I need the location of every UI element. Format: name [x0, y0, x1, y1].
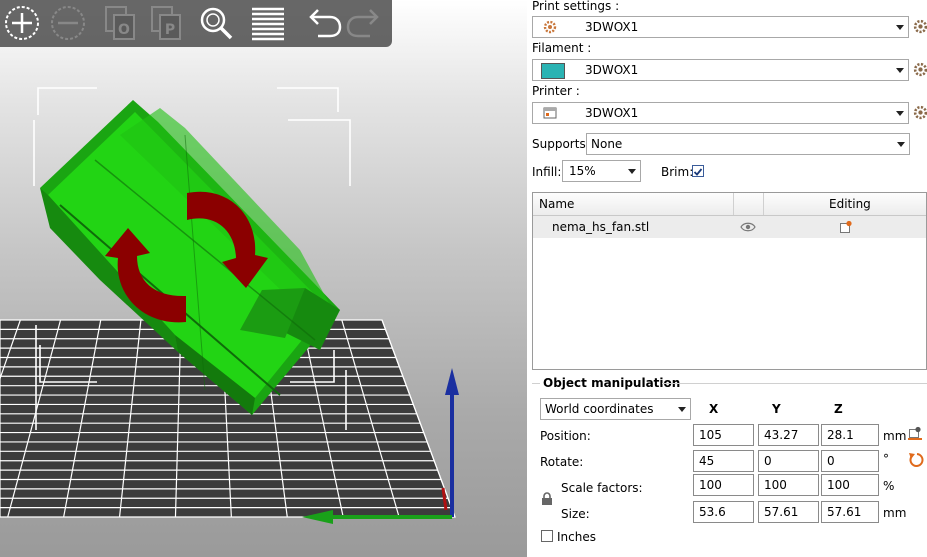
- axis-y-header: Y: [772, 402, 781, 416]
- size-label: Size:: [561, 507, 590, 521]
- rotate-label: Rotate:: [540, 455, 584, 469]
- toolbar: O P: [0, 0, 392, 47]
- scale-x-input[interactable]: 100: [693, 474, 754, 496]
- column-name-header[interactable]: Name: [539, 197, 574, 211]
- list-item[interactable]: nema_hs_fan.stl: [533, 216, 926, 238]
- printer-value: 3DWOX1: [585, 106, 639, 120]
- filament-value: 3DWOX1: [585, 63, 639, 77]
- copy-object-button[interactable]: O: [100, 3, 140, 43]
- supports-combo[interactable]: None: [586, 133, 910, 155]
- printer-combo[interactable]: 3DWOX1: [532, 102, 909, 124]
- rotate-x-input[interactable]: 45: [693, 450, 754, 472]
- coordinate-mode-value: World coordinates: [545, 402, 654, 416]
- rotate-unit: °: [883, 452, 889, 466]
- position-label: Position:: [540, 429, 591, 443]
- chevron-down-icon: [897, 142, 905, 147]
- lock-icon[interactable]: [541, 492, 553, 506]
- object-list[interactable]: Name Editing nema_hs_fan.stl: [532, 192, 927, 370]
- 3d-viewport[interactable]: O P: [0, 0, 527, 557]
- size-unit: mm: [883, 506, 907, 520]
- scale-z-input[interactable]: 100: [821, 474, 879, 496]
- reset-rotation-icon[interactable]: [908, 452, 924, 468]
- rotate-y-input[interactable]: 0: [758, 450, 819, 472]
- paste-object-icon: P: [151, 6, 181, 40]
- copy-object-icon: O: [105, 6, 135, 40]
- add-button[interactable]: [2, 3, 42, 43]
- column-editing-header[interactable]: Editing: [829, 197, 871, 211]
- infill-value: 15%: [569, 164, 596, 178]
- object-manipulation-title: Object manipulation: [543, 376, 681, 390]
- section-divider: [532, 383, 540, 384]
- 3d-scene[interactable]: [0, 0, 527, 557]
- undo-icon: [309, 9, 342, 38]
- remove-icon: [51, 6, 85, 40]
- add-icon: [5, 6, 39, 40]
- infill-label: Infill:: [532, 165, 562, 179]
- filament-label: Filament :: [532, 41, 592, 55]
- drop-to-bed-icon[interactable]: [908, 426, 922, 440]
- brim-label: Brim:: [661, 165, 694, 179]
- svg-text:P: P: [165, 22, 175, 38]
- section-divider: [662, 383, 927, 384]
- coordinate-mode-combo[interactable]: World coordinates: [540, 398, 691, 420]
- inches-label: Inches: [557, 530, 596, 544]
- search-button[interactable]: [196, 3, 236, 43]
- axis-x-header: X: [709, 402, 719, 416]
- position-z-input[interactable]: 28.1: [821, 424, 879, 446]
- infill-combo[interactable]: 15%: [562, 160, 641, 182]
- supports-value: None: [591, 137, 623, 151]
- chevron-down-icon: [896, 25, 904, 30]
- position-x-input[interactable]: 105: [693, 424, 754, 446]
- position-unit: mm: [883, 429, 907, 443]
- chevron-down-icon: [628, 169, 636, 174]
- filament-combo[interactable]: 3DWOX1: [532, 59, 909, 81]
- size-y-input[interactable]: 57.61: [758, 501, 819, 523]
- inches-checkbox[interactable]: [541, 530, 553, 542]
- scale-unit: %: [883, 479, 895, 493]
- chevron-down-icon: [896, 111, 904, 116]
- object-name: nema_hs_fan.stl: [552, 220, 650, 234]
- position-y-input[interactable]: 43.27: [758, 424, 819, 446]
- undo-button[interactable]: [302, 3, 342, 43]
- checkmark-icon: [693, 168, 703, 176]
- size-x-input[interactable]: 53.6: [693, 501, 754, 523]
- chevron-down-icon: [678, 407, 686, 412]
- print-settings-combo[interactable]: 3DWOX1: [532, 16, 909, 38]
- brim-checkbox[interactable]: [692, 165, 704, 177]
- chevron-down-icon: [896, 68, 904, 73]
- remove-button[interactable]: [48, 3, 88, 43]
- printer-label: Printer :: [532, 84, 580, 98]
- axis-z-header: Z: [834, 402, 843, 416]
- redo-button[interactable]: [346, 3, 386, 43]
- print-settings-label: Print settings :: [532, 0, 620, 13]
- scale-y-input[interactable]: 100: [758, 474, 819, 496]
- paste-object-button[interactable]: P: [146, 3, 186, 43]
- size-z-input[interactable]: 57.61: [821, 501, 879, 523]
- layers-button[interactable]: [248, 3, 288, 43]
- rotate-z-input[interactable]: 0: [821, 450, 879, 472]
- column-divider: [733, 193, 734, 215]
- eye-icon[interactable]: [740, 222, 756, 232]
- print-settings-gear-icon: [543, 20, 557, 34]
- search-icon: [200, 7, 233, 40]
- edit-object-icon[interactable]: [839, 220, 853, 234]
- filament-edit-gear-icon[interactable]: [913, 62, 927, 77]
- printer-icon: [543, 107, 557, 119]
- print-settings-value: 3DWOX1: [585, 20, 639, 34]
- redo-icon: [346, 9, 379, 38]
- settings-panel: Print settings : 3DWOX1 Filament : 3DWOX…: [527, 0, 927, 557]
- svg-text:O: O: [118, 22, 130, 38]
- print-settings-edit-gear-icon[interactable]: [913, 19, 927, 34]
- column-divider: [763, 193, 764, 215]
- object-list-header: Name Editing: [533, 193, 926, 216]
- layers-icon: [252, 7, 284, 41]
- filament-color-swatch: [541, 63, 565, 79]
- printer-edit-gear-icon[interactable]: [913, 105, 927, 120]
- supports-label: Supports:: [532, 137, 590, 151]
- scale-factors-label: Scale factors:: [561, 481, 643, 495]
